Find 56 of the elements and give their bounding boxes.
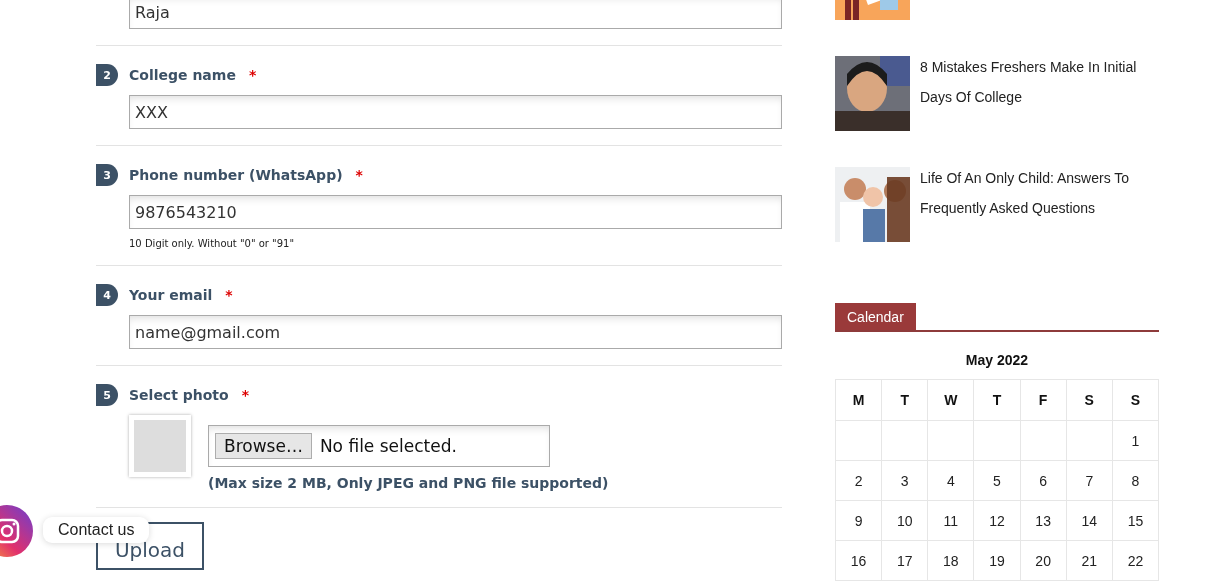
weekday-header: F xyxy=(1020,379,1067,421)
calendar-day: 8 xyxy=(1112,460,1159,501)
calendar-day: 7 xyxy=(1066,460,1113,501)
calendar-day: 11 xyxy=(927,500,974,541)
field-label: Phone number (WhatsApp) xyxy=(129,167,343,183)
calendar-day: 13 xyxy=(1020,500,1067,541)
field-label: College name xyxy=(129,67,236,83)
required-mark: * xyxy=(355,167,363,183)
text-field[interactable]: Raja xyxy=(129,0,782,29)
calendar-day: 21 xyxy=(1066,540,1113,581)
file-status: No file selected. xyxy=(319,436,457,456)
browse-button[interactable]: Browse… xyxy=(215,433,312,459)
calendar-day: 4 xyxy=(927,460,974,501)
calendar-day: 19 xyxy=(973,540,1021,581)
required-mark: * xyxy=(248,67,257,83)
text-field[interactable]: XXX xyxy=(129,95,782,129)
calendar-day: 3 xyxy=(881,460,928,501)
weekday-header: T xyxy=(973,379,1021,421)
calendar-day: 5 xyxy=(973,460,1021,501)
weekday-header: S xyxy=(1112,379,1159,421)
required-mark: * xyxy=(241,387,249,403)
calendar-day: 12 xyxy=(973,500,1021,541)
field-hint: 10 Digit only. Without "0" or "91" xyxy=(129,238,295,249)
step-number: 3 xyxy=(96,164,118,186)
step-number: 4 xyxy=(96,284,118,306)
calendar-day: 6 xyxy=(1020,460,1067,501)
calendar-day: 2 xyxy=(835,460,882,501)
calendar-day: 1 xyxy=(1112,420,1159,461)
weekday-header: M xyxy=(835,379,882,421)
file-field[interactable]: Browse… No file selected. xyxy=(208,425,550,467)
calendar-day: 18 xyxy=(927,540,974,581)
calendar-day: 10 xyxy=(881,500,928,541)
text-field[interactable]: name@gmail.com xyxy=(129,315,782,349)
file-hint: (Max size 2 MB, Only JPEG and PNG file supported) xyxy=(208,475,609,491)
step-number: 5 xyxy=(96,384,118,406)
calendar-day: 14 xyxy=(1066,500,1113,541)
contact-tooltip[interactable]: Contact us xyxy=(43,517,150,543)
calendar-day: 15 xyxy=(1112,500,1159,541)
calendar-day: 9 xyxy=(835,500,882,541)
field-label: Select photo xyxy=(129,387,229,403)
widget-title: Calendar xyxy=(835,303,916,330)
step-number: 2 xyxy=(96,64,118,86)
calendar-month: May 2022 xyxy=(965,352,1029,368)
calendar-day: 17 xyxy=(881,540,928,581)
text-field[interactable]: 9876543210 xyxy=(129,195,782,229)
post-link[interactable]: 8 Mistakes Freshers Make In Initial Days Of College xyxy=(920,52,1159,131)
weekday-header: T xyxy=(881,379,928,421)
field-label: Your email xyxy=(129,287,213,303)
calendar-day: 22 xyxy=(1112,540,1159,581)
post-link[interactable]: Life Of An Only Child: Answers To Frequently Asked Questions xyxy=(920,163,1159,242)
required-mark: * xyxy=(225,287,233,303)
calendar-day: 20 xyxy=(1020,540,1067,581)
instagram-icon[interactable] xyxy=(0,505,33,557)
calendar-day: 16 xyxy=(835,540,882,581)
weekday-header: W xyxy=(927,379,974,421)
weekday-header: S xyxy=(1066,379,1113,421)
